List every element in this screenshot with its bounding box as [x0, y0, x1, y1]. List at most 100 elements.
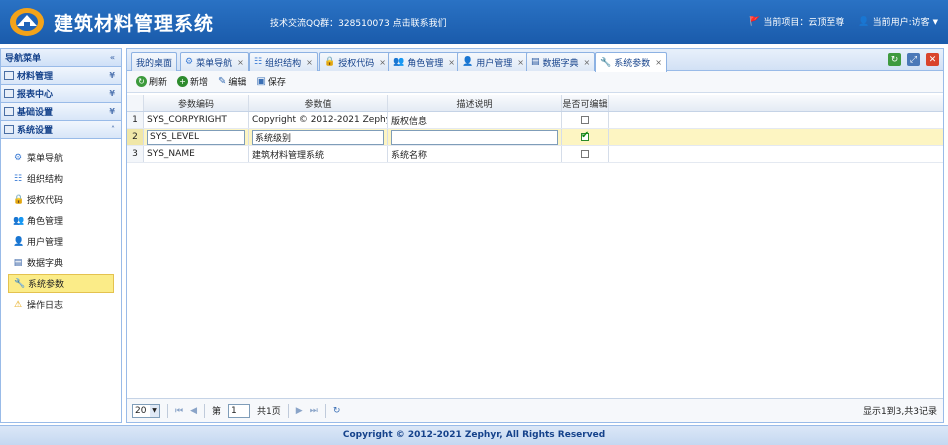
cell-code[interactable]: SYS_NAME: [144, 146, 249, 162]
page-prefix: 第: [212, 407, 222, 417]
table-row-selected[interactable]: 2 SYS_LEVEL 系统级别: [127, 129, 943, 146]
column-header[interactable]: 是否可编辑: [562, 95, 609, 111]
divider: [287, 403, 289, 418]
sidebar-item-org[interactable]: ☷ 组织结构: [8, 169, 114, 188]
collapse-section-icon[interactable]: ˄: [111, 125, 115, 134]
pencil-icon: ✎: [218, 76, 227, 87]
section-icon: [4, 107, 14, 116]
divider: [324, 403, 326, 418]
close-icon[interactable]: ×: [448, 58, 455, 67]
cell-desc[interactable]: 版权信息: [388, 112, 562, 128]
book-icon: ▤: [13, 257, 23, 268]
section-system[interactable]: 系统设置 ˄: [1, 121, 121, 139]
editable-checkbox[interactable]: [581, 150, 589, 158]
close-icon[interactable]: ×: [584, 58, 591, 67]
page-number-input[interactable]: 1: [228, 403, 251, 418]
code-input[interactable]: SYS_LEVEL: [147, 129, 245, 145]
sidebar-item-params[interactable]: 🔧 系统参数: [8, 274, 114, 293]
column-header[interactable]: 描述说明: [388, 95, 562, 111]
lock-icon: 🔒: [324, 57, 336, 67]
cell-desc[interactable]: 系统名称: [388, 146, 562, 162]
cell-editable[interactable]: [562, 112, 609, 128]
users-icon: 👤: [13, 236, 25, 247]
tab-params[interactable]: 🔧 系统参数 ×: [595, 52, 667, 72]
column-header[interactable]: 参数编码: [144, 95, 249, 111]
tab-dict[interactable]: ▤ 数据字典 ×: [526, 52, 596, 71]
close-icon[interactable]: ×: [379, 58, 386, 67]
close-icon[interactable]: ×: [517, 58, 524, 67]
tab-label: 组织结构: [265, 58, 302, 69]
sidebar-item-roles[interactable]: 👥 角色管理: [8, 211, 114, 230]
tab-menu-nav[interactable]: ⚙ 菜单导航 ×: [180, 52, 249, 71]
page-size-select[interactable]: 20 ▼: [132, 403, 160, 418]
column-header[interactable]: 参数值: [249, 95, 388, 111]
sidebar-item-menu-nav[interactable]: ⚙ 菜单导航: [8, 148, 114, 167]
close-icon[interactable]: ×: [237, 58, 244, 67]
sidebar-item-dict[interactable]: ▤ 数据字典: [8, 253, 114, 272]
book-icon: ▤: [531, 57, 540, 67]
cell-editable[interactable]: [562, 129, 609, 145]
collapse-icon[interactable]: «: [110, 53, 115, 62]
value-input[interactable]: 系统级别: [252, 129, 384, 145]
row-number-header: [127, 95, 144, 111]
cell-code[interactable]: SYS_CORPYRIGHT: [144, 112, 249, 128]
sidebar-header: 导航菜单 «: [1, 49, 121, 67]
sidebar-item-logs[interactable]: ⚠ 操作日志: [8, 295, 114, 314]
sidebar-item-users[interactable]: 👤 用户管理: [8, 232, 114, 251]
cell-desc-editor[interactable]: [388, 129, 562, 145]
tab-roles[interactable]: 👥 角色管理 ×: [388, 52, 460, 71]
current-user-menu[interactable]: 👤 当前用户:访客 ▼: [858, 15, 938, 29]
cell-value[interactable]: 建筑材料管理系统: [249, 146, 388, 162]
expand-icon[interactable]: ¥: [109, 71, 115, 80]
refresh-button[interactable]: ↻ 刷新: [133, 75, 170, 88]
add-label: 新增: [190, 78, 209, 88]
sidebar-item-label: 菜单导航: [27, 154, 64, 164]
editable-checkbox[interactable]: [581, 116, 589, 124]
section-reports[interactable]: 报表中心 ¥: [1, 85, 121, 103]
close-all-icon[interactable]: ✕: [926, 53, 939, 66]
tab-desktop[interactable]: 我的桌面: [131, 52, 178, 71]
last-page-icon[interactable]: ⏭: [310, 406, 318, 416]
next-page-icon[interactable]: ▶: [296, 406, 303, 416]
row-number: 2: [127, 129, 144, 145]
grid-header: 参数编码 参数值 描述说明 是否可编辑: [127, 95, 943, 112]
close-icon[interactable]: ×: [306, 58, 313, 67]
section-basic[interactable]: 基础设置 ¥: [1, 103, 121, 121]
grid-toolbar: ↻ 刷新 + 新增 ✎ 编辑 ▣ 保存: [127, 71, 943, 93]
tab-auth[interactable]: 🔒 授权代码 ×: [319, 52, 391, 71]
expand-icon[interactable]: ¥: [109, 107, 115, 116]
reload-icon[interactable]: ↻: [333, 406, 341, 416]
cell-value[interactable]: Copyright © 2012-2021 Zephyr, All R: [249, 112, 388, 128]
section-label: 材料管理: [17, 72, 54, 82]
cell-editable[interactable]: [562, 146, 609, 162]
cell-code-editor[interactable]: SYS_LEVEL: [144, 129, 249, 145]
section-label: 系统设置: [17, 126, 54, 136]
current-project-label: 当前项目：云顶至尊: [763, 18, 845, 28]
editable-checkbox-checked[interactable]: [581, 130, 589, 141]
chevron-down-icon: ▼: [150, 404, 159, 417]
prev-page-icon[interactable]: ◀: [190, 406, 197, 416]
desc-input[interactable]: [391, 129, 558, 145]
close-icon[interactable]: ×: [655, 58, 662, 67]
edit-button[interactable]: ✎ 编辑: [215, 75, 249, 88]
sidebar-item-label: 授权代码: [27, 196, 64, 206]
edit-label: 编辑: [228, 78, 247, 88]
table-row[interactable]: 3 SYS_NAME 建筑材料管理系统 系统名称: [127, 146, 943, 163]
section-material[interactable]: 材料管理 ¥: [1, 67, 121, 85]
sidebar-title: 导航菜单: [5, 54, 42, 64]
table-row[interactable]: 1 SYS_CORPYRIGHT Copyright © 2012-2021 Z…: [127, 112, 943, 129]
tab-org[interactable]: ☷ 组织结构 ×: [249, 52, 318, 71]
refresh-tab-icon[interactable]: ↻: [888, 53, 901, 66]
add-button[interactable]: + 新增: [174, 75, 211, 88]
expand-icon[interactable]: ¥: [109, 89, 115, 98]
save-button[interactable]: ▣ 保存: [253, 75, 288, 88]
maximize-icon[interactable]: ⤢: [907, 53, 920, 66]
tab-users[interactable]: 👤 用户管理 ×: [457, 52, 529, 71]
first-page-icon[interactable]: ⏮: [175, 406, 183, 416]
section-label: 基础设置: [17, 108, 54, 118]
sidebar-item-auth[interactable]: 🔒 授权代码: [8, 190, 114, 209]
current-project[interactable]: 🚩 当前项目：云顶至尊: [749, 15, 845, 29]
contact-link[interactable]: 技术交流QQ群：328510073 点击联系我们: [270, 16, 447, 29]
add-icon: +: [177, 76, 189, 87]
cell-value-editor[interactable]: 系统级别: [249, 129, 388, 145]
